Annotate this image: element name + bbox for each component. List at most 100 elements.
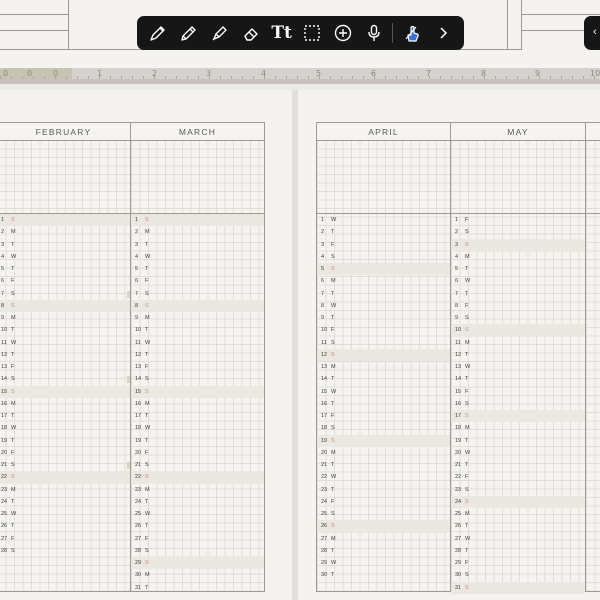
month-column-may[interactable]: MAY 1 F 2 S 3 S 4 M 5 T 6 W 7 T 8 F 9 S 10 S 11 M 12 T 13 W 14 T 15 F… (450, 122, 586, 594)
day-row[interactable]: 6W (451, 275, 585, 287)
day-row[interactable]: 3F (317, 239, 450, 251)
month-column-next[interactable] (585, 122, 600, 592)
day-row[interactable]: 18 W (131, 422, 264, 434)
day-row[interactable]: 22 S (131, 471, 264, 484)
day-row[interactable]: 24 S (451, 495, 585, 508)
day-row[interactable]: 2M (0, 226, 130, 238)
day-row[interactable]: 2T (317, 226, 450, 238)
day-row[interactable]: 12 T (451, 349, 585, 361)
ruler[interactable]: 0 0 0 1 2 3 4 5 6 7 8 9 10 (0, 68, 600, 79)
day-row[interactable]: 14 T (317, 373, 450, 385)
finger-touch-icon[interactable] (396, 16, 427, 50)
month-column-february[interactable]: FEBRUARY 1 S 2 M 3 T 4 W 5 T 6 F 7 S 8 S 9 M 10 T 11 W 12 T 13 F 1… (0, 122, 131, 592)
chevron-right-icon[interactable] (427, 16, 458, 50)
lasso-select-icon[interactable] (297, 16, 328, 50)
day-row[interactable]: 2M (131, 226, 264, 238)
month-notes-area[interactable] (131, 141, 264, 214)
day-row[interactable]: 10 F (317, 324, 450, 336)
day-row[interactable]: 20 M (317, 447, 450, 459)
day-row[interactable]: 6F (131, 275, 264, 287)
day-row[interactable]: 1S (0, 214, 130, 227)
day-row[interactable]: 12 T (131, 349, 264, 361)
day-row[interactable]: 30 M (131, 569, 264, 581)
day-row[interactable]: 23 M (0, 484, 130, 496)
day-row[interactable]: 8F (451, 300, 585, 312)
month-notes-area[interactable] (317, 141, 450, 214)
day-row[interactable]: 21 T (317, 459, 450, 471)
day-row[interactable]: 13 F (0, 361, 130, 373)
day-row[interactable]: 14 S (131, 373, 264, 385)
day-row[interactable]: 24 T (131, 496, 264, 508)
pen-icon[interactable] (143, 16, 174, 50)
day-row[interactable]: 26 T (0, 520, 130, 532)
day-row[interactable]: 16 S (451, 398, 585, 410)
day-row[interactable]: 15 S (131, 385, 264, 398)
day-row[interactable]: 20 W (451, 447, 585, 459)
day-row[interactable]: 17 T (0, 410, 130, 422)
day-row[interactable]: 3T (0, 239, 130, 251)
day-row[interactable]: 28 S (0, 545, 130, 557)
day-row[interactable]: 21 T (451, 459, 585, 471)
day-row[interactable]: 6F (0, 275, 130, 287)
day-row[interactable]: 16 T (317, 398, 450, 410)
day-row[interactable]: 11 M (451, 337, 585, 349)
day-row[interactable]: 4M (451, 251, 585, 263)
day-row[interactable]: 26 T (131, 520, 264, 532)
day-row[interactable]: 27 F (131, 533, 264, 545)
day-row[interactable]: 5T (451, 263, 585, 275)
day-row[interactable]: 25 W (0, 508, 130, 520)
highlighter-icon[interactable] (205, 16, 236, 50)
day-row[interactable]: 1F (451, 214, 585, 226)
month-column-april[interactable]: APRIL 1 W 2 T 3 F 4 S 5 S 6 M 7 T 8 W 9 T 10 F 11 S 12 S 13 M 14 T 1… (316, 122, 451, 592)
day-row[interactable]: 19 S (317, 434, 450, 447)
day-row[interactable]: 7S (131, 288, 264, 300)
day-row[interactable]: 24 T (0, 496, 130, 508)
day-row[interactable]: 29 F (451, 557, 585, 569)
day-row[interactable]: 29 W (317, 557, 450, 569)
day-row[interactable]: 25 M (451, 508, 585, 520)
day-row[interactable]: 5T (131, 263, 264, 275)
day-row[interactable]: 24 F (317, 496, 450, 508)
day-row[interactable]: 15 S (0, 385, 130, 398)
day-row[interactable]: 27 F (0, 533, 130, 545)
day-row[interactable]: 30 S (451, 569, 585, 581)
day-row[interactable]: 11 W (131, 337, 264, 349)
day-row[interactable]: 8W (317, 300, 450, 312)
day-row[interactable]: 28 T (317, 545, 450, 557)
day-row[interactable]: 10 S (451, 324, 585, 337)
day-row[interactable]: 17 T (131, 410, 264, 422)
day-row[interactable]: 7T (451, 288, 585, 300)
day-row[interactable]: 22 S (0, 471, 130, 484)
day-row[interactable]: 10 T (0, 324, 130, 336)
day-row[interactable]: 5S (317, 263, 450, 276)
day-row[interactable]: 9M (131, 312, 264, 324)
day-row[interactable]: 19 T (0, 435, 130, 447)
day-row[interactable]: 26 S (317, 520, 450, 533)
day-row[interactable]: 18 M (451, 422, 585, 434)
day-row[interactable]: 16 M (131, 398, 264, 410)
day-row[interactable]: 12 S (317, 348, 450, 361)
day-row[interactable]: 27 W (451, 533, 585, 545)
day-row[interactable]: 1S (131, 214, 264, 227)
day-row[interactable]: 15 F (451, 386, 585, 398)
day-row[interactable]: 6M (317, 275, 450, 287)
day-row[interactable]: 3S (451, 238, 585, 251)
day-row[interactable]: 4S (317, 251, 450, 263)
day-row[interactable]: 17 S (451, 410, 585, 423)
day-row[interactable]: 27 M (317, 533, 450, 545)
day-row[interactable]: 29 S (131, 557, 264, 570)
day-row[interactable]: 11 S (317, 337, 450, 349)
day-row[interactable]: 30 T (317, 569, 450, 581)
day-row[interactable]: 23 T (317, 484, 450, 496)
day-row[interactable]: 4W (0, 251, 130, 263)
day-row[interactable]: 19 T (451, 435, 585, 447)
text-tool-icon[interactable]: Tt (266, 16, 297, 50)
month-notes-area[interactable] (0, 141, 130, 214)
day-row[interactable]: 13 F (131, 361, 264, 373)
add-icon[interactable] (328, 16, 359, 50)
day-row[interactable]: 2S (451, 226, 585, 238)
day-row[interactable]: 22 F (451, 471, 585, 483)
day-row[interactable]: 28 S (131, 545, 264, 557)
day-row[interactable]: 25 W (131, 508, 264, 520)
day-row[interactable]: 21 S (0, 459, 130, 471)
